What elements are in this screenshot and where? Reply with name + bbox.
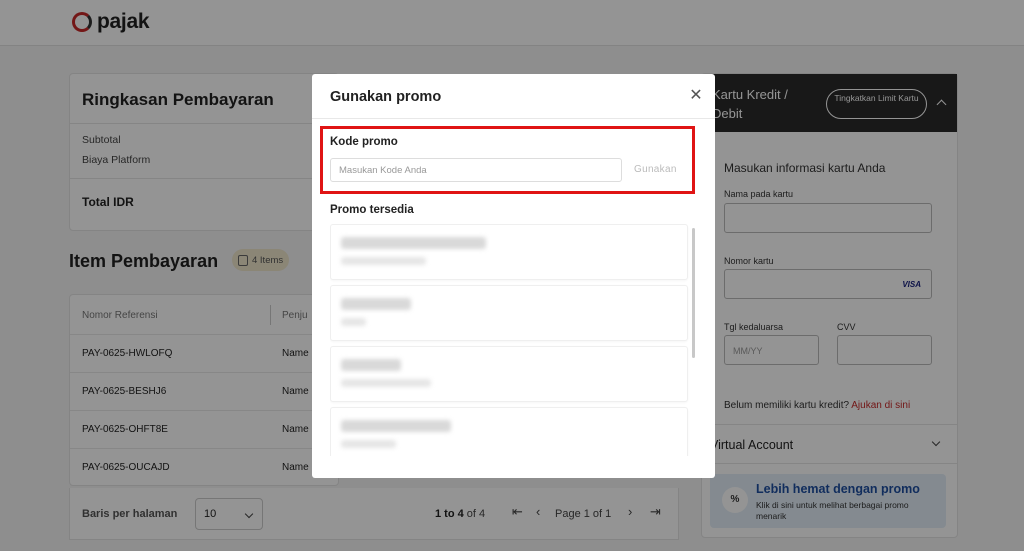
blurred-promo-title <box>341 420 451 432</box>
blurred-promo-title <box>341 237 486 249</box>
blurred-promo-detail <box>341 257 426 265</box>
list-item[interactable] <box>330 407 688 456</box>
promo-code-label: Kode promo <box>330 136 398 148</box>
promo-code-placeholder: Masukan Kode Anda <box>339 165 427 176</box>
list-item[interactable] <box>330 285 688 341</box>
promo-list <box>330 224 690 456</box>
promo-modal: Gunakan promo ✕ Kode promo Masukan Kode … <box>312 74 715 478</box>
apply-promo-button[interactable]: Gunakan <box>634 164 677 175</box>
blurred-promo-detail <box>341 379 431 387</box>
blurred-promo-detail <box>341 318 366 326</box>
blurred-promo-title <box>341 359 401 371</box>
promo-code-input[interactable]: Masukan Kode Anda <box>330 158 622 182</box>
divider <box>312 118 715 119</box>
modal-title: Gunakan promo <box>330 89 442 105</box>
available-promos-label: Promo tersedia <box>330 204 414 216</box>
promo-list-scrollbar[interactable] <box>692 228 695 358</box>
close-icon[interactable]: ✕ <box>688 88 704 104</box>
blurred-promo-detail <box>341 440 396 448</box>
blurred-promo-title <box>341 298 411 310</box>
list-item[interactable] <box>330 224 688 280</box>
list-item[interactable] <box>330 346 688 402</box>
